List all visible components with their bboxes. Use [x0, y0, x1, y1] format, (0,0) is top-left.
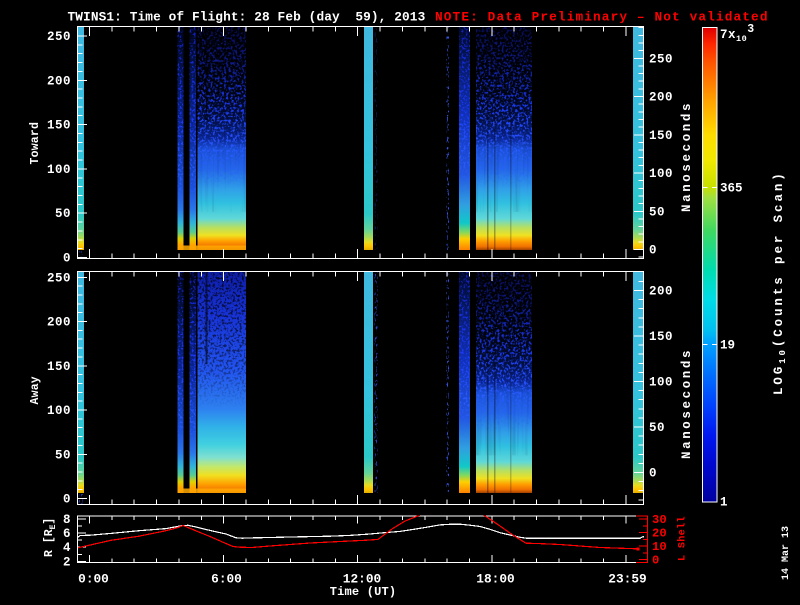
svg-text:250: 250	[649, 52, 673, 66]
svg-text:19: 19	[720, 339, 735, 353]
svg-text:50: 50	[649, 205, 665, 219]
svg-text:14 Mar 13: 14 Mar 13	[781, 526, 792, 580]
svg-text:0: 0	[63, 493, 71, 507]
svg-text:Nanoseconds: Nanoseconds	[680, 348, 694, 459]
svg-text:23:59: 23:59	[608, 572, 646, 587]
svg-text:100: 100	[649, 376, 673, 390]
svg-text:NOTE: Data Preliminary – Not v: NOTE: Data Preliminary – Not validated	[435, 10, 769, 25]
svg-text:R [RE]: R [RE]	[43, 518, 58, 557]
svg-text:100: 100	[47, 404, 71, 418]
svg-text:0:00: 0:00	[78, 572, 109, 587]
svg-text:0: 0	[649, 467, 657, 481]
svg-text:150: 150	[649, 330, 673, 344]
svg-text:250: 250	[47, 271, 71, 285]
svg-text:10: 10	[652, 540, 667, 554]
svg-text:150: 150	[47, 360, 71, 374]
svg-text:Time (UT): Time (UT)	[330, 585, 397, 599]
svg-text:150: 150	[649, 129, 673, 143]
svg-text:200: 200	[47, 74, 71, 88]
svg-text:Away: Away	[29, 376, 42, 404]
svg-text:50: 50	[55, 448, 71, 462]
svg-text:1: 1	[720, 496, 728, 510]
svg-text:200: 200	[649, 91, 673, 105]
svg-text:365: 365	[720, 182, 743, 196]
svg-text:2: 2	[63, 555, 71, 569]
svg-text:250: 250	[47, 30, 71, 44]
svg-text:18:00: 18:00	[476, 572, 514, 587]
svg-text:TWINS1: Time of Flight: 28 Feb: TWINS1: Time of Flight: 28 Feb (day 59),…	[68, 10, 426, 25]
svg-text:4: 4	[63, 541, 71, 555]
svg-text:L Shell: L Shell	[677, 516, 689, 561]
svg-text:Toward: Toward	[29, 122, 42, 165]
svg-text:8: 8	[63, 513, 71, 527]
svg-text:0: 0	[652, 554, 659, 568]
svg-text:200: 200	[47, 316, 71, 330]
svg-text:150: 150	[47, 119, 71, 133]
svg-text:30: 30	[652, 513, 667, 527]
svg-text:0: 0	[63, 252, 71, 266]
svg-text:20: 20	[652, 527, 667, 541]
svg-text:0: 0	[649, 244, 657, 258]
svg-text:6: 6	[63, 527, 71, 541]
svg-text:100: 100	[47, 163, 71, 177]
svg-text:50: 50	[55, 207, 71, 221]
svg-text:100: 100	[649, 167, 673, 181]
svg-text:Nanoseconds: Nanoseconds	[680, 101, 694, 212]
svg-text:50: 50	[649, 421, 665, 435]
svg-text:200: 200	[649, 285, 673, 299]
svg-text:6:00: 6:00	[211, 572, 242, 587]
